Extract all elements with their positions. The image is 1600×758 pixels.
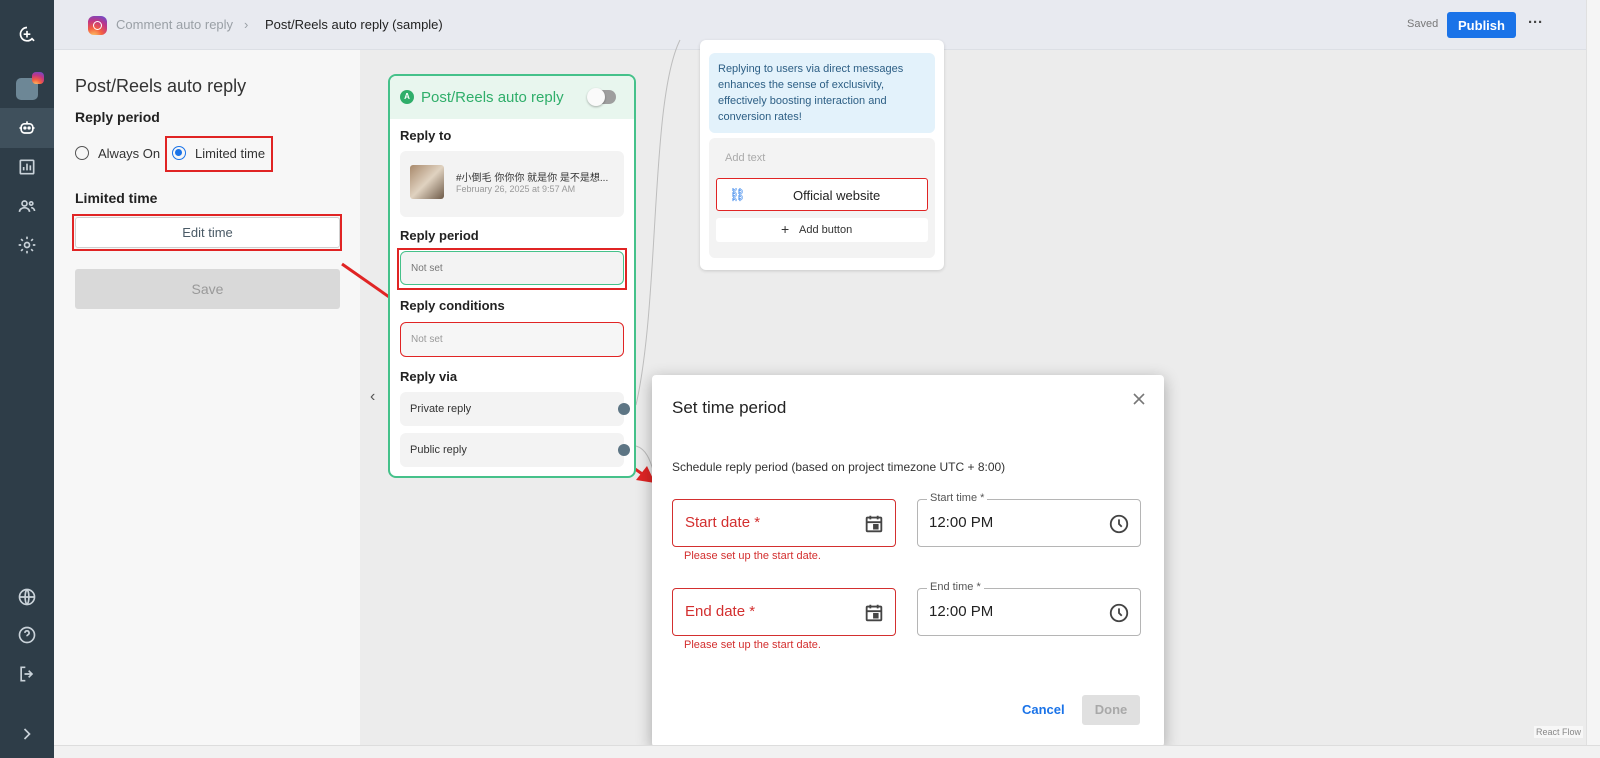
clock-icon[interactable] [1108,513,1130,535]
annotation-box-edit-time [72,214,342,251]
breadcrumb-parent[interactable]: Comment auto reply [116,17,233,32]
end-date-error: Please set up the start date. [684,639,821,651]
selected-post[interactable]: #小倒毛 你你你 就是你 是不是想... February 26, 2025 a… [400,151,624,217]
dialog-description: Schedule reply period (based on project … [672,460,1006,474]
horizontal-scrollbar[interactable] [54,745,1600,758]
save-button[interactable]: Save [75,269,340,309]
message-card[interactable]: Replying to users via direct messages en… [700,40,944,270]
add-button[interactable]: + Add button [716,218,928,242]
reply-period-heading: Reply period [75,109,160,125]
set-time-period-dialog: Set time period Schedule reply period (b… [652,375,1164,747]
reply-via-heading: Reply via [400,369,458,384]
limited-time-heading: Limited time [75,190,158,206]
breadcrumb-separator-icon: › [244,17,249,32]
plus-icon: + [781,221,790,237]
cancel-button[interactable]: Cancel [1022,702,1065,717]
start-date-error: Please set up the start date. [684,550,821,562]
settings-gear-icon[interactable] [12,230,42,260]
flow-card-title: Post/Reels auto reply [421,89,564,106]
post-date: February 26, 2025 at 9:57 AM [456,184,576,194]
instagram-icon [88,16,107,35]
left-rail [0,0,54,758]
flow-enable-toggle[interactable] [587,88,616,106]
public-reply-option[interactable]: Public reply [400,433,630,467]
start-date-input[interactable]: Start date * [672,499,896,547]
panel-title: Post/Reels auto reply [75,76,247,96]
private-reply-handle[interactable] [618,403,630,415]
dialog-title: Set time period [672,398,787,417]
reply-conditions-field[interactable]: Not set [400,322,624,357]
breadcrumb-current: Post/Reels auto reply (sample) [265,17,443,32]
publish-button[interactable]: Publish [1447,12,1516,38]
post-thumbnail [410,165,444,199]
message-composer: Add text ⛓ Official website + Add button [709,138,935,258]
help-icon[interactable] [12,620,42,650]
clock-icon[interactable] [1108,602,1130,624]
analytics-icon[interactable] [12,152,42,182]
link-icon: ⛓ [729,187,746,202]
expand-chevron-icon[interactable] [12,719,42,749]
collapse-panel-icon[interactable]: ‹ [370,388,375,406]
logout-icon[interactable] [12,659,42,689]
info-text: Replying to users via direct messages en… [718,63,904,123]
always-on-label[interactable]: Always On [98,146,160,161]
end-time-input[interactable]: End time * 12:00 PM [917,581,1141,636]
reply-period-flow-heading: Reply period [400,228,479,243]
react-flow-attribution[interactable]: React Flow [1534,726,1584,738]
calendar-icon[interactable] [863,602,885,624]
instagram-channel-icon[interactable] [12,72,44,104]
post-caption: #小倒毛 你你你 就是你 是不是想... [456,173,609,184]
public-reply-handle[interactable] [618,444,630,456]
annotation-box-reply-period [397,248,627,290]
flow-card[interactable]: A Post/Reels auto reply Reply to #小倒毛 你你… [388,74,636,478]
add-text-placeholder[interactable]: Add text [725,152,765,164]
end-date-input[interactable]: End date * [672,588,896,636]
saved-status: Saved [1407,18,1439,30]
private-reply-option[interactable]: Private reply [400,392,630,426]
always-on-radio[interactable] [75,146,89,160]
calendar-icon[interactable] [863,513,885,535]
app-logo-icon[interactable] [12,20,42,50]
start-time-input[interactable]: Start time * 12:00 PM [917,492,1141,547]
official-website-button[interactable]: ⛓ Official website [716,178,928,211]
annotation-box-limited-time [165,136,273,172]
info-bubble: Replying to users via direct messages en… [709,53,935,133]
bot-icon[interactable] [0,108,54,148]
done-button[interactable]: Done [1082,695,1140,725]
contacts-icon[interactable] [12,191,42,221]
more-options-icon[interactable]: ··· [1528,14,1543,31]
close-icon[interactable] [1129,389,1149,409]
reply-conditions-heading: Reply conditions [400,298,505,313]
flow-trigger-icon: A [400,90,414,104]
vertical-scrollbar[interactable] [1586,0,1600,745]
globe-icon[interactable] [12,582,42,612]
reply-to-heading: Reply to [400,128,452,143]
